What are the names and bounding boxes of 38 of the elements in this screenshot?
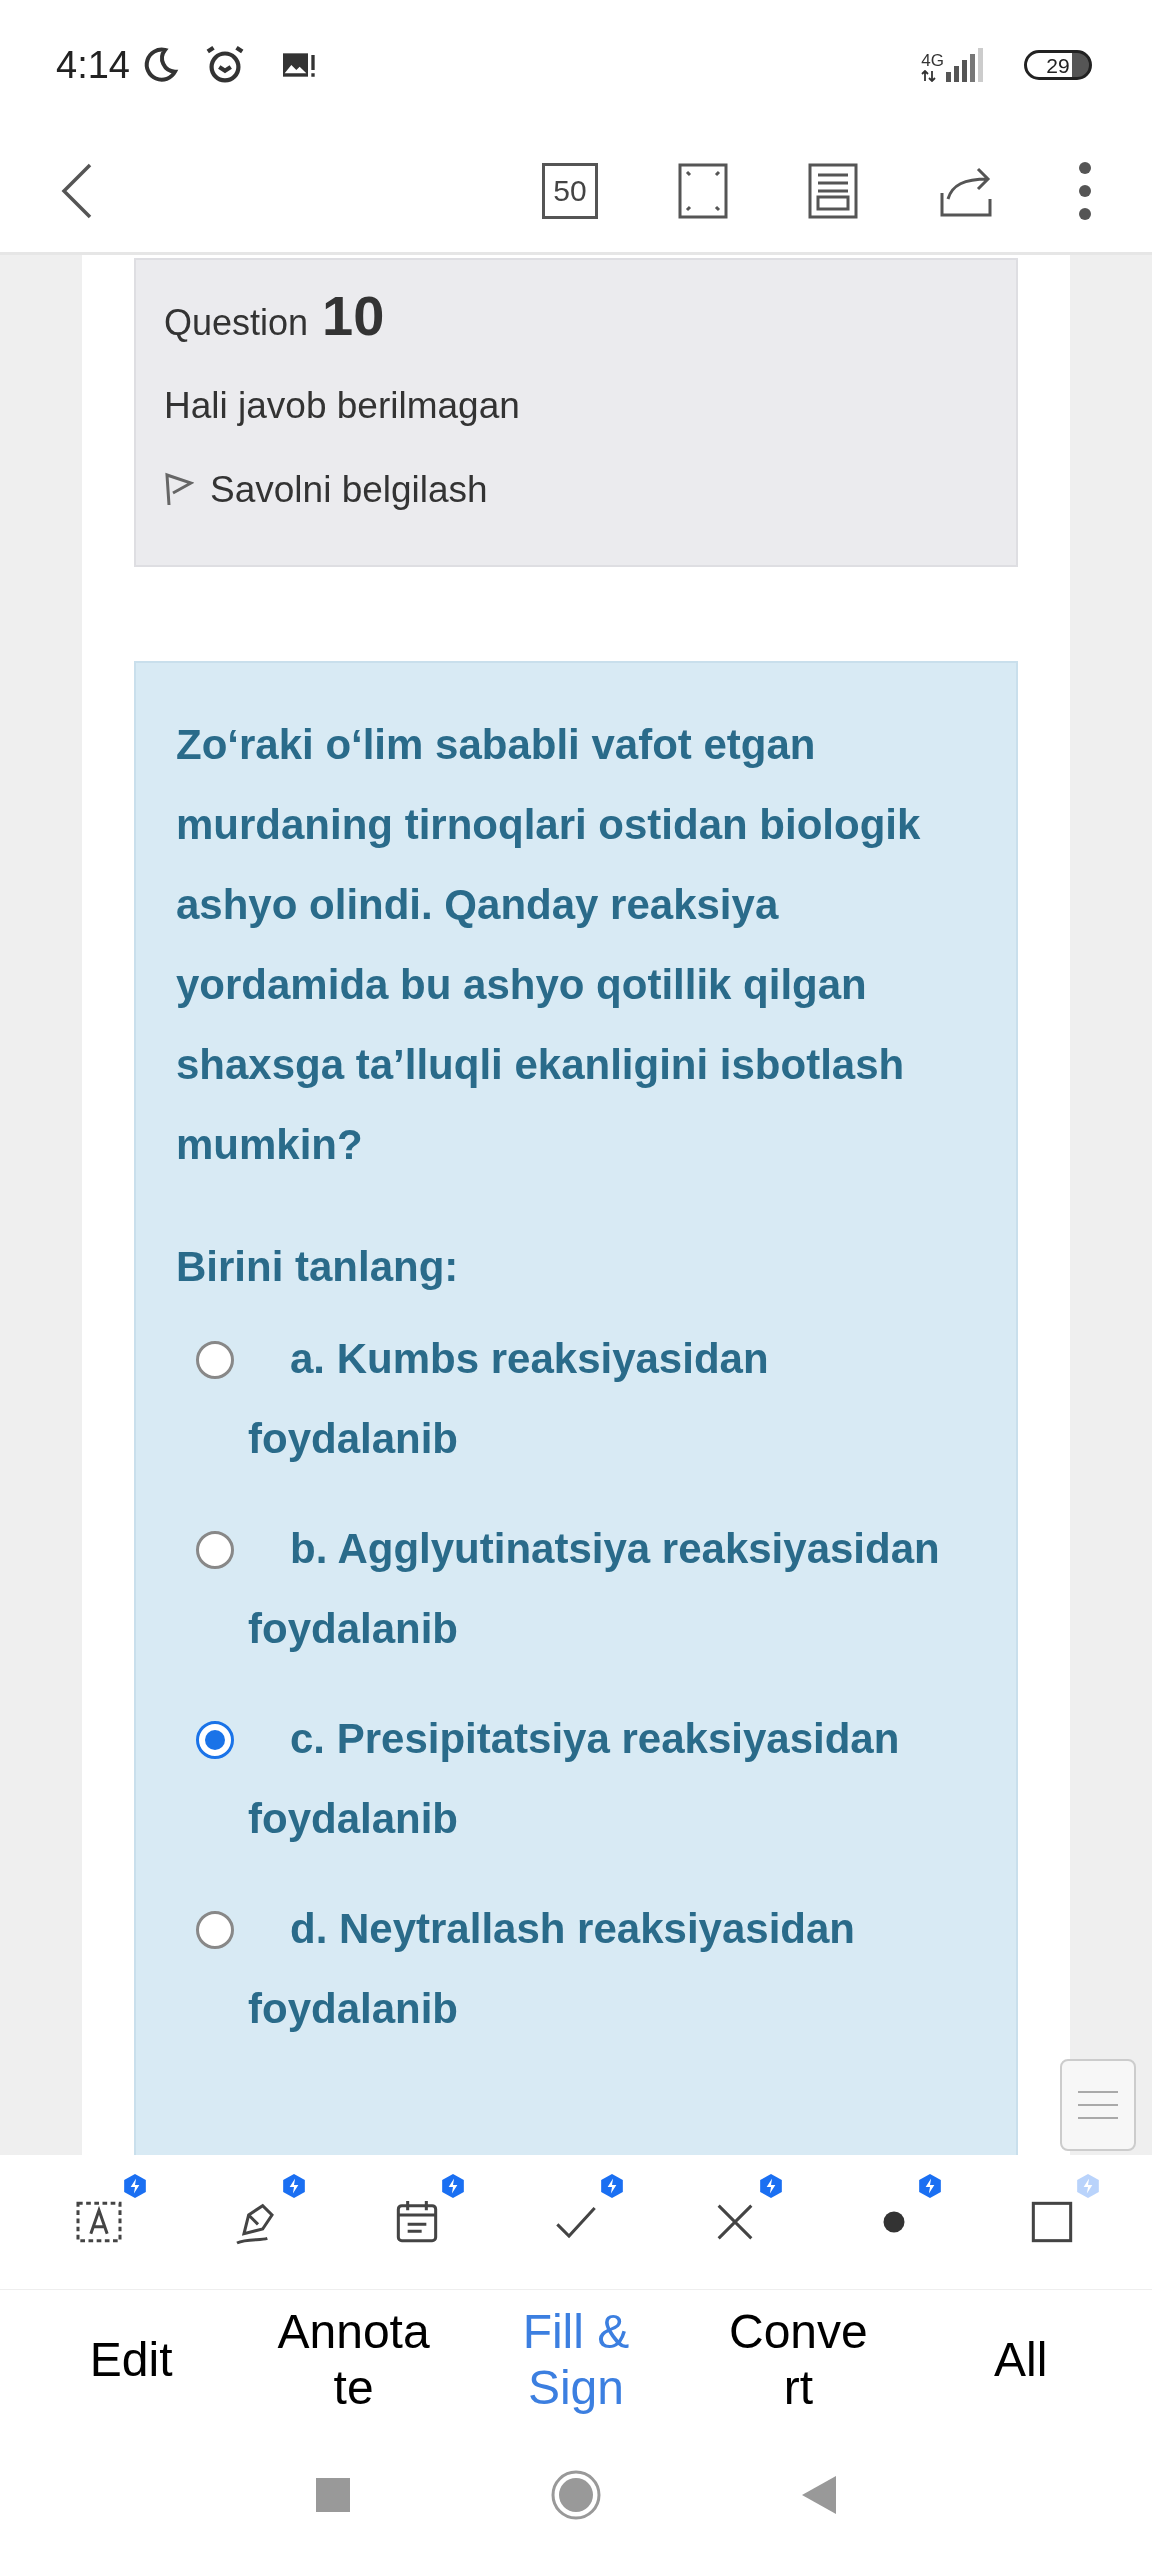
answer-option[interactable]: a. Kumbs reaksiyasidan foydalanib (248, 1319, 980, 1479)
status-time: 4:14 (56, 42, 130, 88)
radio-button[interactable] (196, 1531, 234, 1569)
battery-indicator: 29 (1024, 50, 1092, 80)
question-label: Question (164, 301, 309, 345)
scroll-handle[interactable] (1060, 2059, 1136, 2151)
reader-mode-icon[interactable] (808, 163, 858, 219)
lightning-badge-icon (122, 2173, 149, 2199)
question-text: Zoʻraki oʻlim sababli vafot etgan murdaning tirnoqlari ostidan biologik ashyo olindi. Qanday reaksiya yordamida bu ashyo qotillik qilgan shaxsga ta’lluqli ekanligini isbotlash mumkin? (176, 720, 922, 1170)
lightning-badge-icon (598, 2173, 625, 2199)
more-options-icon[interactable] (1078, 161, 1092, 221)
home-icon[interactable] (550, 2469, 602, 2521)
answer-option[interactable]: c. Presipitatsiya reaksiyasidan foydalanib (248, 1699, 980, 1859)
back-nav-icon[interactable] (802, 2476, 836, 2514)
answer-option[interactable]: b. Agglyutinatsiya reaksiyasidan foydalanib (248, 1509, 980, 1669)
lightning-badge-icon (1075, 2173, 1102, 2199)
flag-icon[interactable] (164, 471, 194, 508)
lightning-badge-icon (281, 2173, 308, 2199)
page-count-button[interactable]: 50 (542, 163, 598, 219)
radio-button[interactable] (196, 1721, 234, 1759)
bottom-tab[interactable]: Annota te (263, 2304, 444, 2416)
question-number: 10 (322, 288, 385, 344)
fullscreen-icon[interactable] (678, 163, 728, 219)
bottom-tab[interactable]: All (930, 2332, 1111, 2388)
radio-button[interactable] (196, 1911, 234, 1949)
answer-status: Hali javob berilmagan (164, 384, 520, 428)
network-label: 4G (921, 52, 944, 70)
radio-button[interactable] (196, 1341, 234, 1379)
flag-question-link[interactable]: Savolni belgilash (210, 461, 488, 517)
bottom-tab[interactable]: Fill & Sign (485, 2304, 666, 2416)
lightning-badge-icon (757, 2173, 784, 2199)
answer-prompt: Birini tanlang: (176, 1242, 459, 1292)
bottom-tab[interactable]: Conve rt (708, 2304, 889, 2416)
data-arrows-icon (921, 70, 938, 82)
bottom-tab[interactable]: Edit (41, 2332, 222, 2388)
answer-option[interactable]: d. Neytrallash reaksiyasidan foydalanib (248, 1889, 980, 2049)
lightning-badge-icon (916, 2173, 943, 2199)
lightning-badge-icon (440, 2173, 467, 2199)
